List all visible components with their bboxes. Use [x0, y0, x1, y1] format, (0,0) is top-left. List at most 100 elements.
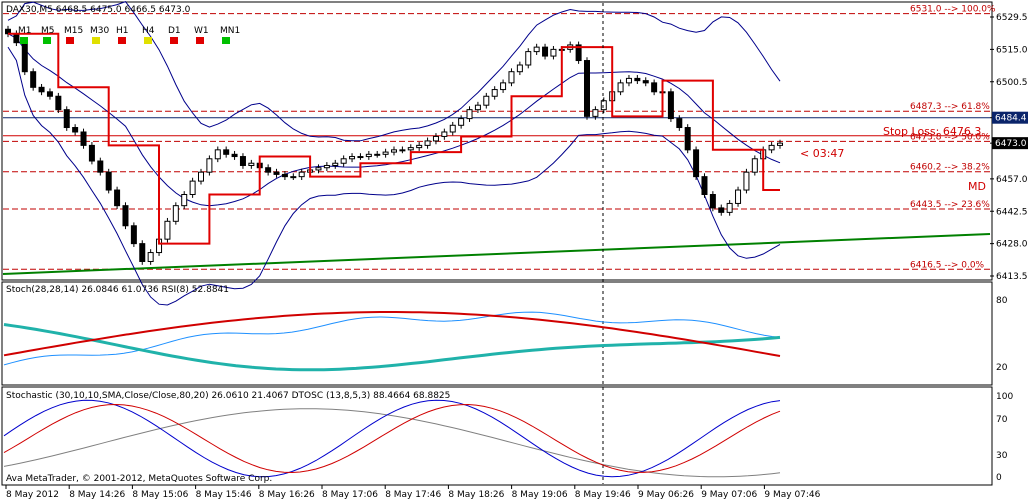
- stoch2-axis-0: 0: [996, 473, 1002, 483]
- copyright-label: Ava MetaTrader, © 2001-2012, MetaQuotes …: [6, 474, 272, 484]
- price-label: 6413.5: [996, 272, 1028, 282]
- timeframe-label: M15: [64, 26, 83, 36]
- candle-body: [172, 205, 179, 222]
- stochastic-dtosc-frame: [1, 386, 993, 486]
- candle-body: [21, 42, 28, 73]
- fib-label: 6531.0 --> 100.0%: [910, 5, 996, 15]
- candle-body: [357, 156, 364, 159]
- candle-body: [441, 131, 448, 137]
- candle-body: [642, 80, 649, 84]
- time-label: 8 May 2012: [6, 490, 59, 500]
- fib-label: 6460.2 --> 38.2%: [910, 163, 990, 173]
- candle-body: [38, 86, 45, 93]
- candle-body: [88, 144, 95, 162]
- stochastic-dtosc-title: Stochastic (30,10,10,SMA,Close/Close,80,…: [6, 391, 450, 401]
- candle-body: [273, 171, 280, 175]
- candle-body: [458, 118, 465, 126]
- timeframe-status-icon: [66, 37, 74, 44]
- candle-body: [525, 51, 532, 66]
- candle-body: [281, 173, 288, 178]
- candle-body: [625, 77, 632, 84]
- time-label: 9 May 07:46: [764, 490, 820, 500]
- candle-body: [223, 149, 230, 155]
- timeframe-status-icon: [20, 37, 28, 44]
- time-axis: 8 May 2012 8 May 14:26 8 May 15:06 8 May 15…: [5, 485, 821, 500]
- candle-body: [80, 131, 87, 146]
- price-label: 6428.0: [996, 240, 1028, 250]
- candle-body: [751, 158, 758, 173]
- fib-label: 6443.5 --> 23.6%: [910, 200, 990, 210]
- candle-body: [483, 95, 490, 106]
- candle-body: [667, 91, 674, 120]
- candle-body: [189, 180, 196, 196]
- time-label: 8 May 15:46: [196, 490, 252, 500]
- candle-body: [709, 194, 716, 209]
- metatrader-window: 6531.0 --> 100.0% 6487.3 --> 61.8% 6473.8 …: [0, 0, 1029, 503]
- candle-body: [726, 202, 733, 213]
- candle-body: [340, 158, 347, 164]
- trading-chart[interactable]: 6531.0 --> 100.0%6487.3 --> 61.8%6473.8 …: [0, 0, 1029, 503]
- candle-body: [97, 160, 104, 173]
- candle-body: [265, 167, 272, 173]
- candle-body: [399, 149, 406, 152]
- md-label: MD: [968, 180, 986, 193]
- candle-body: [105, 171, 112, 191]
- candle-body: [72, 127, 79, 133]
- candle-body: [323, 164, 330, 169]
- time-label: 8 May 18:26: [448, 490, 504, 500]
- timeframe-status-icon: [222, 37, 230, 44]
- candle-body: [349, 156, 356, 160]
- timeframe-status-icon: [92, 37, 100, 44]
- timeframe-label: W1: [194, 26, 209, 36]
- timeframe-label: D1: [168, 26, 181, 36]
- time-label: 8 May 19:06: [512, 490, 568, 500]
- timeframe-label: M1: [18, 26, 32, 36]
- symbol-label: DAX30,M5 6468.5 6475.0 6466.5 6473.0: [6, 5, 191, 15]
- stoch1-axis-20: 20: [996, 363, 1008, 373]
- candle-body: [592, 109, 599, 117]
- candle-body: [63, 109, 70, 129]
- fib-label: 6416.5 --> 0.0%: [910, 260, 985, 270]
- candle-body: [466, 109, 473, 120]
- candle-body: [365, 153, 372, 158]
- candle-body: [550, 48, 557, 57]
- candle-body: [718, 207, 725, 213]
- time-label: 8 May 17:46: [385, 490, 441, 500]
- stoch2-axis-70: 70: [996, 415, 1008, 425]
- timeframe-status-icon: [196, 37, 204, 44]
- candle-body: [391, 149, 397, 153]
- candle-body: [231, 153, 238, 158]
- candle-body: [55, 95, 62, 111]
- line-price-label: 6484.4: [995, 114, 1027, 124]
- candle-body: [516, 64, 523, 73]
- candle-body: [634, 77, 641, 82]
- time-label: 9 May 07:06: [701, 490, 757, 500]
- candle-body: [130, 225, 137, 245]
- time-label: 9 May 06:26: [638, 490, 694, 500]
- candle-body: [198, 171, 204, 182]
- candle-body: [239, 156, 246, 166]
- price-label: 6457.0: [996, 175, 1028, 185]
- time-label: 8 May 14:26: [69, 490, 125, 500]
- time-label: 8 May 19:46: [575, 490, 631, 500]
- candle-body: [542, 46, 549, 57]
- candle-body: [768, 144, 775, 151]
- candle-body: [214, 149, 221, 160]
- candle-body: [114, 189, 121, 207]
- price-label: 6500.5: [996, 78, 1028, 88]
- stoch2-axis-30: 30: [996, 451, 1008, 461]
- candle-body: [743, 171, 750, 191]
- candle-body: [777, 142, 783, 146]
- timeframe-label: M30: [90, 26, 109, 36]
- price-label: 6515.0: [996, 45, 1028, 55]
- time-label: 8 May 15:06: [132, 490, 188, 500]
- candle-body: [584, 60, 590, 117]
- candle-body: [676, 118, 683, 129]
- candle-body: [500, 82, 507, 91]
- timeframe-status-icon: [118, 37, 126, 44]
- candle-body: [46, 91, 53, 97]
- candle-body: [684, 127, 691, 151]
- candle-body: [332, 162, 339, 166]
- timeframe-label: H4: [142, 26, 155, 36]
- candle-body: [491, 89, 498, 97]
